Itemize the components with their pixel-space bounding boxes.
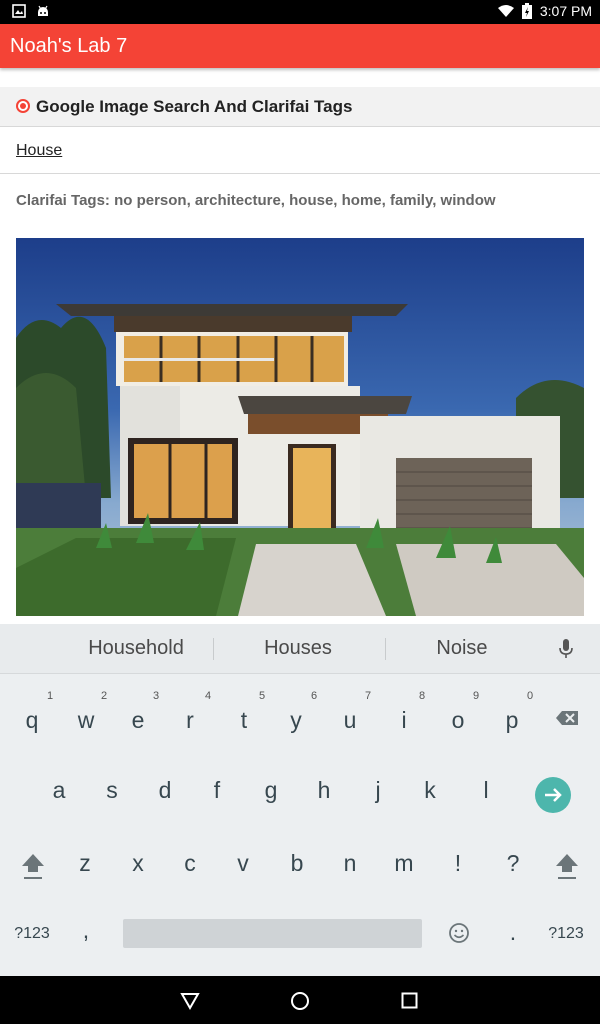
enter-button[interactable] [535,777,571,813]
symbols-key-right[interactable]: ?123 [545,914,587,954]
key-m[interactable]: m [384,843,424,883]
suggestion-strip: Household Houses Noise [0,624,600,674]
android-icon [38,5,48,16]
key-w[interactable]: w [66,700,106,740]
key-z[interactable]: z [65,843,105,883]
house-photo [16,238,584,616]
key-d[interactable]: d [145,770,185,810]
spacebar[interactable] [123,919,422,948]
key-x[interactable]: x [118,843,158,883]
suggestion-houses[interactable]: Houses [228,637,368,660]
key-c[interactable]: c [170,843,210,883]
key-number-hint: 6 [311,690,318,702]
key-number-hint: 7 [365,690,372,702]
key-u[interactable]: u [330,700,370,740]
recents-icon[interactable] [401,992,418,1009]
key-j[interactable]: j [358,770,398,810]
search-query-text[interactable]: House [16,142,62,160]
shift-right-icon[interactable] [554,851,580,881]
section-title: Google Image Search And Clarifai Tags [36,97,353,116]
clarifai-tags: Clarifai Tags: no person, architecture, … [16,192,496,209]
key-p[interactable]: p [492,700,532,740]
key-q[interactable]: q [12,700,52,740]
search-query-field[interactable]: House [0,128,600,174]
key-f[interactable]: f [197,770,237,810]
section-header: Google Image Search And Clarifai Tags [0,87,600,127]
key-number-hint: 3 [153,690,160,702]
suggestion-noise[interactable]: Noise [392,637,532,660]
key-b[interactable]: b [277,843,317,883]
soft-keyboard: Household Houses Noise q1w2e3r4t5y6u7i8o… [0,624,600,976]
key-number-hint: 5 [259,690,266,702]
radio-button[interactable] [16,99,30,113]
symbols-key-left[interactable]: ?123 [12,914,52,954]
comma-key[interactable]: , [66,910,106,950]
back-icon[interactable] [180,992,200,1010]
backspace-icon[interactable] [555,710,579,726]
app-title: Noah's Lab 7 [10,35,128,57]
key-a[interactable]: a [39,770,79,810]
arrow-right-icon [545,788,562,802]
key-number-hint: 1 [47,690,54,702]
shift-left-icon[interactable] [20,851,46,881]
screen: 3:07 PM Noah's Lab 7 Google Image Search… [0,0,600,1024]
key-t[interactable]: t [224,700,264,740]
key-l[interactable]: l [466,770,506,810]
key-r[interactable]: r [170,700,210,740]
key-g[interactable]: g [251,770,291,810]
microphone-icon[interactable] [558,638,574,660]
image-notification-icon [12,4,26,18]
key-v[interactable]: v [223,843,263,883]
key-s[interactable]: s [92,770,132,810]
key-number-hint: 8 [419,690,426,702]
status-bar: 3:07 PM [0,0,600,24]
battery-charging-icon [521,3,532,19]
key-h[interactable]: h [304,770,344,810]
app-bar: Noah's Lab 7 [0,24,600,68]
key-y[interactable]: y [276,700,316,740]
suggestion-divider [385,638,386,660]
key-i[interactable]: i [384,700,424,740]
key-number-hint: 9 [473,690,480,702]
emoji-icon[interactable] [448,922,470,944]
key-number-hint: 0 [527,690,534,702]
suggestion-divider [213,638,214,660]
suggestion-household[interactable]: Household [66,637,206,660]
key-exclamation[interactable]: ! [438,843,478,883]
key-o[interactable]: o [438,700,478,740]
key-e[interactable]: e [118,700,158,740]
home-icon[interactable] [290,991,310,1011]
key-question[interactable]: ? [493,843,533,883]
key-number-hint: 2 [101,690,108,702]
wifi-icon [497,5,514,17]
navigation-bar [0,976,600,1024]
status-time: 3:07 PM [539,3,592,19]
key-number-hint: 4 [205,690,212,702]
key-k[interactable]: k [410,770,450,810]
key-n[interactable]: n [330,843,370,883]
period-key[interactable]: . [493,912,533,952]
